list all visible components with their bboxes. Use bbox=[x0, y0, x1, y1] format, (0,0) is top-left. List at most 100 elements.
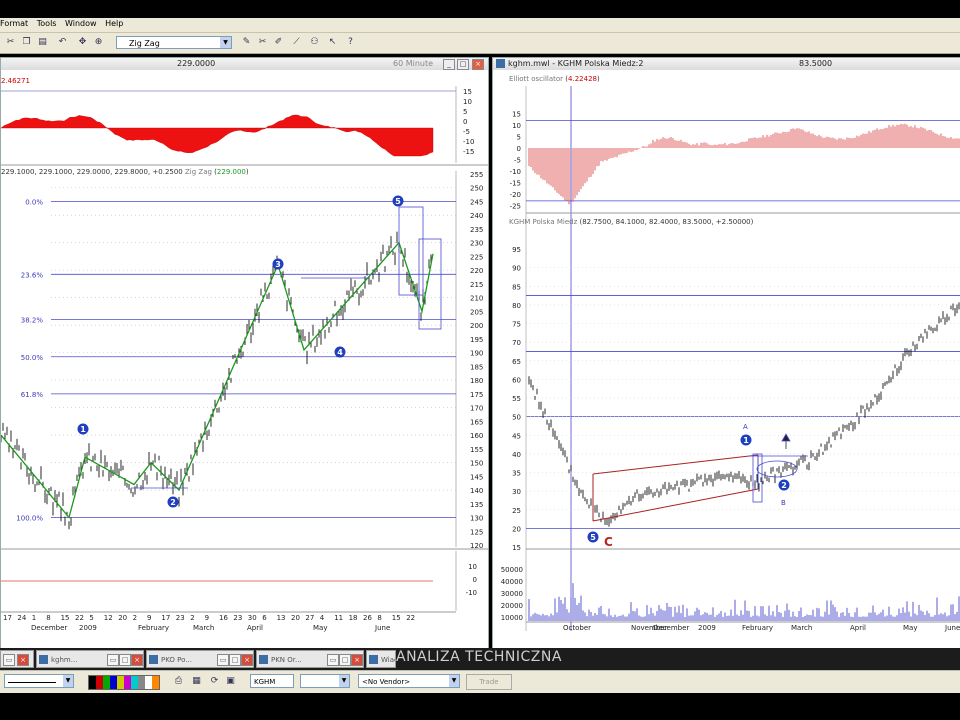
close-button[interactable]: × bbox=[241, 654, 253, 666]
draw-icon[interactable]: ✐ bbox=[272, 36, 285, 49]
help-icon[interactable]: ? bbox=[344, 36, 357, 49]
restore-button[interactable]: ▭ bbox=[107, 654, 119, 666]
date-tick-label: 13 bbox=[277, 614, 286, 622]
wave-c-label: C bbox=[604, 535, 613, 549]
trade-button[interactable]: Trade bbox=[466, 674, 512, 690]
left-window-interval: 60 Minute bbox=[393, 59, 434, 68]
close-button[interactable]: × bbox=[472, 59, 484, 70]
osc-tick-label: 10 bbox=[512, 122, 521, 130]
price-tick-label: 155 bbox=[470, 446, 483, 454]
date-tick-label: 2 bbox=[133, 614, 137, 622]
osc-tick-label: 5 bbox=[463, 108, 467, 116]
vendor-select[interactable]: <No Vendor> ▼ bbox=[358, 674, 460, 688]
paste-icon[interactable]: ▤ bbox=[36, 36, 49, 49]
price-tick-label: 40 bbox=[512, 451, 521, 459]
price-tick-label: 135 bbox=[470, 501, 483, 509]
color-palette[interactable] bbox=[88, 675, 160, 690]
undo-icon[interactable]: ↶ bbox=[56, 36, 69, 49]
task-button-pkn[interactable]: PKN Or... ▭ □ × bbox=[256, 650, 364, 668]
scissors-icon[interactable]: ✂ bbox=[256, 36, 269, 49]
right-chart-svg: 151050-5-10-15-20-25 512CAB 959085807570… bbox=[501, 86, 960, 632]
menu-format[interactable]: Format bbox=[0, 18, 34, 28]
right-price-header-values: 82.7500, 84.1000, 82.4000, 83.5000, +2.5… bbox=[582, 218, 751, 226]
price-tick-label: 245 bbox=[470, 198, 483, 206]
price-tick-label: 220 bbox=[470, 267, 483, 275]
price-tick-label: 170 bbox=[470, 405, 483, 413]
close-button[interactable]: × bbox=[131, 654, 143, 666]
date-tick-label: 20 bbox=[118, 614, 127, 622]
date-tick-label: 1 bbox=[32, 614, 36, 622]
date-tick-label: 20 bbox=[291, 614, 300, 622]
osc-tick-label: 0 bbox=[517, 145, 521, 153]
price-tick-label: 45 bbox=[512, 432, 521, 440]
close-button[interactable]: × bbox=[351, 654, 363, 666]
date-tick-label: 12 bbox=[104, 614, 113, 622]
price-tick-label: 255 bbox=[470, 171, 483, 179]
date-tick-label: 23 bbox=[176, 614, 185, 622]
wave-label: 1 bbox=[80, 425, 86, 434]
grid-icon[interactable]: ▦ bbox=[190, 675, 203, 688]
line-style-select[interactable]: ▼ bbox=[4, 674, 74, 688]
interval-select[interactable]: ▼ bbox=[300, 674, 350, 688]
copy-icon[interactable]: ❐ bbox=[20, 36, 33, 49]
date-month-label: March bbox=[193, 624, 214, 632]
date-month-label: June bbox=[944, 624, 960, 632]
bottom-toolbar: ▼ ⎙ ▦ ⟳ ▣ KGHM ▼ <No Vendor> ▼ Trade bbox=[0, 670, 960, 693]
date-tick-label: 30 bbox=[248, 614, 257, 622]
symbol-value: KGHM bbox=[254, 678, 276, 686]
maximize-button[interactable]: □ bbox=[457, 59, 469, 70]
price-tick-label: 195 bbox=[470, 336, 483, 344]
menu-help[interactable]: Help bbox=[105, 18, 129, 28]
fan-icon[interactable]: ⟋ bbox=[290, 36, 303, 49]
volume-tick-label: -10 bbox=[466, 589, 477, 597]
maximize-button[interactable]: □ bbox=[339, 654, 351, 666]
date-tick-label: 24 bbox=[17, 614, 26, 622]
price-tick-label: 30 bbox=[512, 488, 521, 496]
print-preview-icon[interactable]: ▣ bbox=[224, 675, 237, 688]
price-tick-label: 175 bbox=[470, 391, 483, 399]
move-icon[interactable]: ✥ bbox=[76, 36, 89, 49]
task-button-pko[interactable]: PKO Po... ▭ □ × bbox=[146, 650, 254, 668]
maximize-button[interactable]: □ bbox=[119, 654, 131, 666]
left-oscillator-area bbox=[1, 114, 434, 157]
cut-icon[interactable]: ✂ bbox=[4, 36, 17, 49]
date-tick-label: 11 bbox=[334, 614, 343, 622]
line-style-sample bbox=[8, 681, 56, 683]
menu-bar: Format Tools Window Help bbox=[0, 18, 960, 33]
osc-tick-label: -10 bbox=[463, 138, 474, 146]
task-button-kghm[interactable]: kghm... ▭ □ × bbox=[36, 650, 144, 668]
task-button-0[interactable]: ▭ × bbox=[0, 650, 34, 668]
price-tick-label: 80 bbox=[512, 302, 521, 310]
osc-tick-label: -20 bbox=[510, 191, 521, 199]
refresh-icon[interactable]: ⟳ bbox=[208, 675, 221, 688]
osc-tick-label: -25 bbox=[510, 203, 521, 211]
cursor-icon[interactable]: ↖ bbox=[326, 36, 339, 49]
date-month-label: April bbox=[247, 624, 263, 632]
left-window-price: 229.0000 bbox=[177, 59, 216, 68]
menu-window[interactable]: Window bbox=[65, 18, 103, 28]
right-window-title: kghm.mwl - KGHM Polska Miedz:2 bbox=[508, 59, 644, 68]
binoculars-icon[interactable]: ⚇ bbox=[308, 36, 321, 49]
close-button[interactable]: × bbox=[17, 654, 29, 666]
volume-tick-label: 10000 bbox=[501, 614, 523, 622]
chevron-down-icon: ▼ bbox=[63, 675, 73, 687]
restore-button[interactable]: ▭ bbox=[327, 654, 339, 666]
edit-icon[interactable]: ✎ bbox=[240, 36, 253, 49]
print-icon[interactable]: ⎙ bbox=[172, 675, 185, 688]
study-select[interactable]: Zig Zag ▼ bbox=[116, 36, 232, 49]
price-tick-label: 25 bbox=[512, 507, 521, 515]
maximize-button[interactable]: □ bbox=[229, 654, 241, 666]
chart-window-icon bbox=[496, 59, 505, 68]
symbol-field[interactable]: KGHM bbox=[250, 674, 294, 688]
restore-button[interactable]: ▭ bbox=[217, 654, 229, 666]
minimize-button[interactable]: _ bbox=[443, 59, 455, 70]
price-tick-label: 235 bbox=[470, 226, 483, 234]
zoom-icon[interactable]: ⊕ bbox=[92, 36, 105, 49]
price-tick-label: 90 bbox=[512, 265, 521, 273]
restore-button[interactable]: ▭ bbox=[3, 654, 15, 666]
osc-tick-label: -5 bbox=[463, 128, 470, 136]
task-button-wig[interactable]: Wiadx... bbox=[366, 650, 396, 668]
price-tick-label: 125 bbox=[470, 528, 483, 536]
menu-tools[interactable]: Tools bbox=[37, 18, 63, 28]
price-tick-label: 150 bbox=[470, 460, 483, 468]
